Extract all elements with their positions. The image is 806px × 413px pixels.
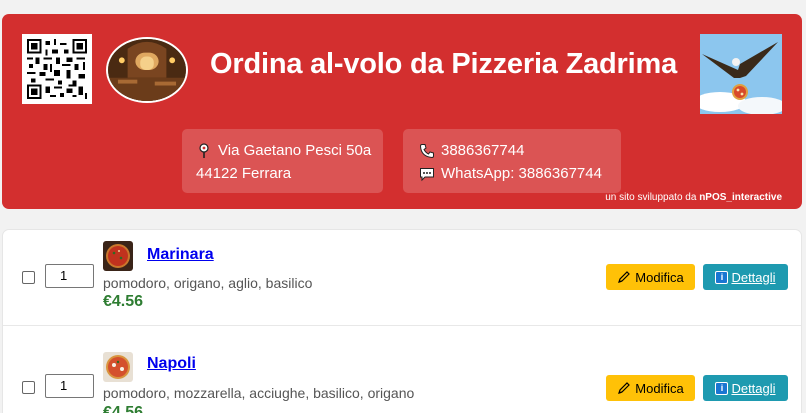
phone-number[interactable]: 3886367744 bbox=[441, 139, 524, 162]
menu-list: 1 Marinara pomodoro, origano, aglio, bas… bbox=[2, 229, 802, 413]
restaurant-logo bbox=[106, 37, 188, 103]
list-item: 1 Marinara pomodoro, origano, aglio, bas… bbox=[3, 230, 801, 325]
quantity-input[interactable]: 1 bbox=[45, 374, 94, 398]
whatsapp-number[interactable]: WhatsApp: 3886367744 bbox=[441, 162, 602, 185]
item-ingredients: pomodoro, origano, aglio, basilico bbox=[103, 275, 313, 291]
header-banner: Ordina al-volo da Pizzeria Zadrima Via G… bbox=[2, 14, 802, 209]
pizza-thumbnail bbox=[103, 352, 133, 382]
item-checkbox[interactable] bbox=[22, 271, 35, 284]
list-item: 1 Napoli pomodoro, mozzarella, acciughe,… bbox=[3, 325, 801, 413]
details-button[interactable]: i Dettagli bbox=[703, 264, 788, 290]
edit-button-label: Modifica bbox=[635, 269, 684, 285]
edit-button-label: Modifica bbox=[635, 380, 684, 396]
details-button-label: Dettagli bbox=[731, 380, 776, 396]
details-button-label: Dettagli bbox=[731, 269, 776, 285]
item-ingredients: pomodoro, mozzarella, acciughe, basilico… bbox=[103, 385, 415, 401]
edit-button[interactable]: Modifica bbox=[606, 264, 695, 290]
details-button[interactable]: i Dettagli bbox=[703, 375, 788, 401]
item-checkbox[interactable] bbox=[22, 381, 35, 394]
info-icon: i bbox=[715, 270, 729, 284]
pencil-icon bbox=[618, 271, 631, 283]
eagle-pizza-image bbox=[700, 34, 782, 114]
quantity-input[interactable]: 1 bbox=[45, 264, 94, 288]
map-pin-icon bbox=[196, 142, 212, 159]
item-price: €4.56 bbox=[103, 404, 144, 413]
page-title: Ordina al-volo da Pizzeria Zadrima bbox=[210, 48, 677, 80]
item-name-link[interactable]: Marinara bbox=[147, 246, 214, 264]
address-line1: Via Gaetano Pesci 50a bbox=[218, 142, 372, 159]
info-icon: i bbox=[715, 381, 729, 395]
developer-credit: un sito sviluppato da nPOS_interactive bbox=[605, 192, 782, 203]
edit-button[interactable]: Modifica bbox=[606, 375, 695, 401]
address-box: Via Gaetano Pesci 50a 44122 Ferrara bbox=[182, 129, 383, 193]
item-price: €4.56 bbox=[103, 293, 144, 310]
address-line2: 44122 Ferrara bbox=[196, 165, 292, 182]
pencil-icon bbox=[618, 382, 631, 394]
developer-credit-brand[interactable]: nPOS_interactive bbox=[699, 192, 782, 203]
qr-code-icon bbox=[22, 34, 92, 104]
item-name-link[interactable]: Napoli bbox=[147, 355, 196, 373]
contact-box: 3886367744 WhatsApp: 3886367744 bbox=[403, 129, 621, 193]
pizza-thumbnail bbox=[103, 241, 133, 271]
phone-icon bbox=[419, 143, 435, 159]
chat-icon bbox=[419, 166, 435, 182]
